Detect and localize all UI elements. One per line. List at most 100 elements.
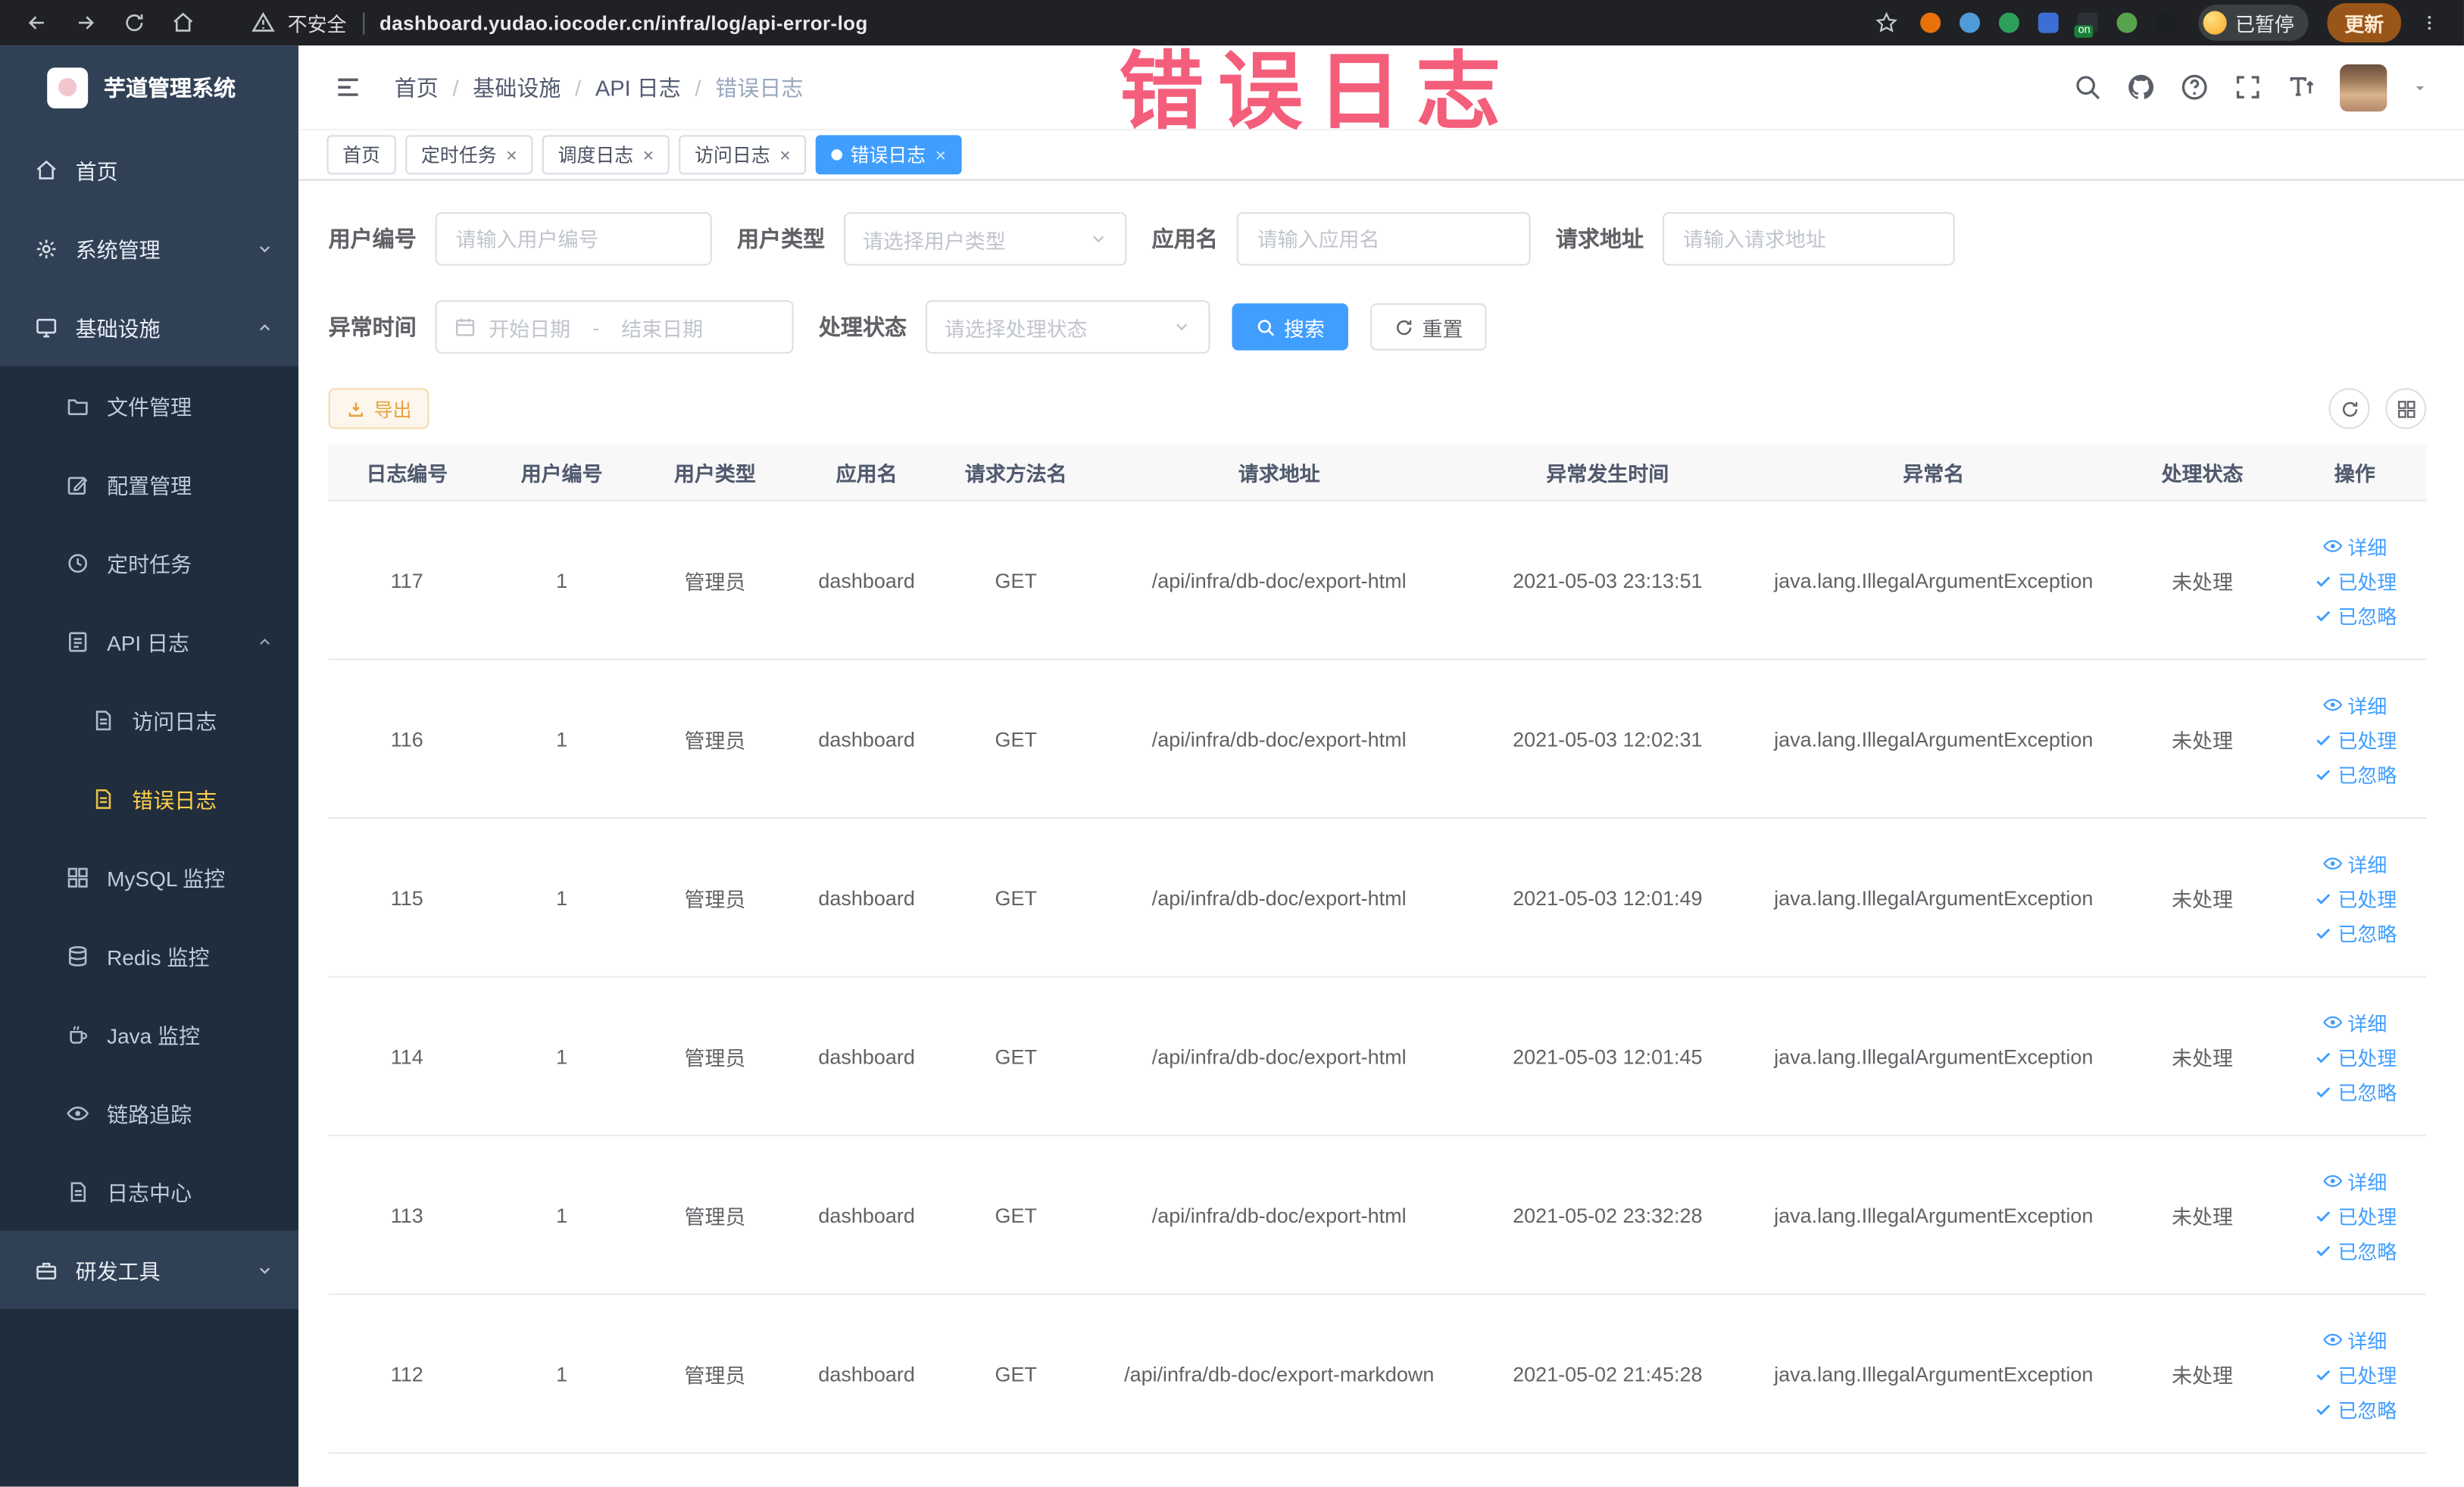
app-name-input[interactable] [1236,212,1531,266]
breadcrumb-item[interactable]: API 日志 [595,71,681,102]
sidebar-item-infra[interactable]: 基础设施 [0,288,298,367]
forward-icon[interactable] [74,11,98,35]
back-icon[interactable] [25,11,48,35]
column-settings-button[interactable] [2385,388,2427,430]
fullscreen-icon[interactable] [2233,72,2263,102]
breadcrumb-item[interactable]: 基础设施 [473,71,561,102]
user-id-input[interactable] [435,212,712,266]
breadcrumb-item-current: 错误日志 [715,74,804,100]
tab-close-icon[interactable]: × [643,144,654,166]
action-processed[interactable]: 已处理 [2313,1041,2397,1070]
sidebar-item-api-log[interactable]: API 日志 [0,602,298,681]
search-icon[interactable] [2072,72,2102,102]
action-detail[interactable]: 详细 [2322,1007,2387,1036]
cell-status: 未处理 [2172,1204,2234,1229]
end-date-placeholder: 结束日期 [621,317,704,341]
security-label[interactable]: 不安全 [288,8,347,37]
action-processed[interactable]: 已处理 [2313,883,2397,912]
browser-menu-icon[interactable] [2420,11,2439,35]
tab-访问日志[interactable]: 访问日志 × [679,135,807,175]
cell-actions: 详细 已处理 已忽略 [2284,848,2425,947]
sidebar-item-label: Java 监控 [107,1024,201,1048]
cell-actions: 详细 已处理 已忽略 [2284,1324,2425,1423]
cell-method: GET [995,1044,1037,1068]
request-url-input[interactable] [1662,212,1955,266]
sidebar-item-java-monitor[interactable]: Java 监控 [0,995,298,1073]
action-ignored[interactable]: 已忽略 [2313,1076,2397,1105]
extension-icon[interactable] [1999,12,2020,33]
tab-close-icon[interactable]: × [506,144,517,166]
action-label: 已处理 [2338,1047,2397,1070]
action-label: 已处理 [2338,1206,2397,1229]
sidebar-item-dev-tools[interactable]: 研发工具 [0,1230,298,1309]
sidebar-item-mysql-monitor[interactable]: MySQL 监控 [0,838,298,917]
sidebar-item-access-log[interactable]: 访问日志 [0,680,298,759]
tab-close-icon[interactable]: × [779,144,791,166]
extension-icon[interactable]: on [2075,12,2099,38]
sidebar-item-config-management[interactable]: 配置管理 [0,445,298,523]
action-processed[interactable]: 已处理 [2313,723,2397,753]
reset-button[interactable]: 重置 [1370,303,1487,351]
action-ignored[interactable]: 已忽略 [2313,917,2397,947]
chrome-update-button[interactable]: 更新 [2327,3,2401,43]
action-processed[interactable]: 已处理 [2313,1358,2397,1388]
reload-icon[interactable] [123,11,146,35]
tab-close-icon[interactable]: × [935,144,947,166]
user-type-select[interactable]: 请选择用户类型 [844,212,1127,266]
tab-错误日志[interactable]: 错误日志 × [815,135,962,175]
action-ignored[interactable]: 已忽略 [2313,1235,2397,1264]
sidebar-item-error-log[interactable]: 错误日志 [0,759,298,838]
tab-首页[interactable]: 首页 [326,135,396,175]
tab-调度日志[interactable]: 调度日志 × [542,135,670,175]
sidebar-item-system[interactable]: 系统管理 [0,209,298,288]
breadcrumb: 首页 / 基础设施 / API 日志 / 错误日志 [395,71,804,102]
action-ignored[interactable]: 已忽略 [2313,1393,2397,1423]
url-text[interactable]: dashboard.yudao.iocoder.cn/infra/log/api… [379,12,868,34]
action-ignored[interactable]: 已忽略 [2313,758,2397,788]
column-header: 异常发生时间 [1546,461,1669,486]
search-button[interactable]: 搜索 [1232,303,1349,351]
date-range-picker[interactable]: 开始日期 - 结束日期 [435,300,794,354]
column-header: 请求方法名 [964,461,1067,486]
cell-status: 未处理 [2172,887,2234,911]
action-detail[interactable]: 详细 [2322,1324,2387,1354]
font-size-icon[interactable] [2287,72,2316,102]
action-detail[interactable]: 详细 [2322,689,2387,719]
sidebar-item-home[interactable]: 首页 [0,130,298,209]
cell-method: GET [995,726,1037,751]
extension-icon[interactable] [1960,12,1981,33]
sidebar-item-log-center[interactable]: 日志中心 [0,1152,298,1231]
extension-icon[interactable] [1921,12,1942,33]
user-avatar[interactable] [2340,64,2387,111]
cell-method: GET [995,1361,1037,1385]
cell-request-url: /api/infra/db-doc/export-html [1151,726,1407,751]
extension-icon[interactable] [2156,12,2178,33]
breadcrumb-item[interactable]: 首页 [395,71,439,102]
action-detail[interactable]: 详细 [2322,530,2387,560]
page-header: 首页 / 基础设施 / API 日志 / 错误日志 [298,45,2464,131]
tab-定时任务[interactable]: 定时任务 × [405,135,533,175]
caret-down-icon[interactable] [2410,78,2429,97]
profile-paused-badge[interactable]: 已暂停 [2199,5,2309,41]
export-button[interactable]: 导出 [328,388,429,430]
sidebar-item-file-management[interactable]: 文件管理 [0,366,298,445]
action-processed[interactable]: 已处理 [2313,1200,2397,1229]
help-icon[interactable] [2179,72,2209,102]
action-detail[interactable]: 详细 [2322,1165,2387,1195]
sidebar-item-scheduled-task[interactable]: 定时任务 [0,523,298,602]
refresh-table-button[interactable] [2328,388,2370,430]
action-detail[interactable]: 详细 [2322,848,2387,877]
column-header: 异常名 [1903,461,1965,486]
github-icon[interactable] [2126,72,2156,102]
extension-icon[interactable] [2117,12,2138,33]
action-processed[interactable]: 已处理 [2313,565,2397,595]
home-icon[interactable] [171,11,195,35]
process-status-select[interactable]: 请选择处理状态 [925,300,1210,354]
collapse-sidebar-icon[interactable] [333,72,363,102]
action-ignored[interactable]: 已忽略 [2313,599,2397,629]
sidebar-item-tracing[interactable]: 链路追踪 [0,1073,298,1152]
extension-icon[interactable] [2038,12,2060,33]
sidebar-item-redis-monitor[interactable]: Redis 监控 [0,916,298,995]
cell-actions: 详细已处理已忽略 [2284,1007,2425,1106]
bookmark-star-icon[interactable] [1875,11,1899,35]
